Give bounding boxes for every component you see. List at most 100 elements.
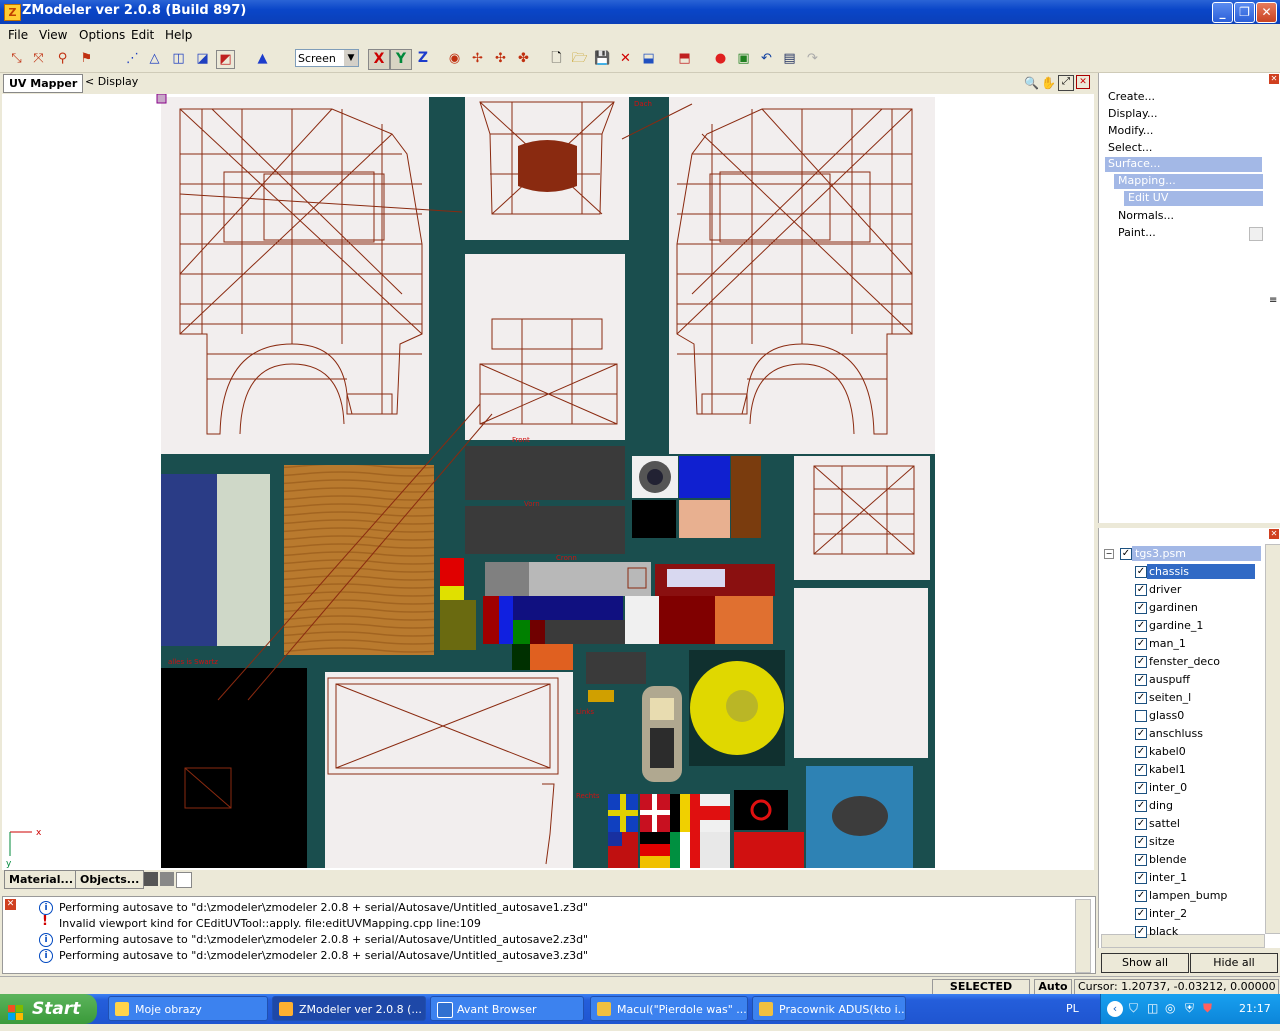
delete-icon[interactable]: ✕ <box>617 50 634 67</box>
redo-icon[interactable]: ↷ <box>804 50 821 67</box>
uv-viewport[interactable]: Dach alles is Swartz Links Rechts Front … <box>2 94 1094 870</box>
export-icon[interactable]: ⬒ <box>676 50 693 67</box>
select-face-icon[interactable]: ⤧ <box>30 50 47 67</box>
task-zmodeler[interactable]: ZModeler ver 2.0.8 (... <box>272 996 426 1021</box>
tree-item-gardine-1[interactable]: gardine_1 <box>1149 618 1203 633</box>
tree-item-kabel1[interactable]: kabel1 <box>1149 762 1186 777</box>
object-mode-icon[interactable]: ◩ <box>216 50 235 69</box>
rotate-icon[interactable]: ✣ <box>492 50 509 67</box>
brush-icon[interactable]: ▲ <box>254 50 271 67</box>
menu-file[interactable]: File <box>8 28 28 42</box>
tree-root[interactable]: tgs3.psm <box>1132 546 1261 561</box>
command-edit-uv[interactable]: Edit UV <box>1124 191 1263 206</box>
menu-edit[interactable]: Edit <box>131 28 154 42</box>
tree-item-inter-1[interactable]: inter_1 <box>1149 870 1187 885</box>
tree-scrollbar[interactable] <box>1265 544 1280 934</box>
select-vertex-icon[interactable]: ⤡ <box>8 50 25 67</box>
command-mapping[interactable]: Mapping... <box>1114 174 1263 189</box>
command-normals[interactable]: Normals... <box>1118 209 1174 222</box>
tree-item-seiten-l[interactable]: seiten_l <box>1149 690 1191 705</box>
splitter-grip-icon[interactable]: ≡ <box>1269 295 1277 306</box>
maximize-button[interactable]: ❐ <box>1234 2 1255 23</box>
new-file-icon[interactable]: 🗋 <box>548 50 565 67</box>
security-icon[interactable]: ⛊ <box>1203 1001 1212 1016</box>
tree-item-checkbox[interactable]: ✓ <box>1135 908 1147 920</box>
tree-item-checkbox[interactable]: ✓ <box>1135 836 1147 848</box>
selection-mode[interactable]: SELECTED MODE <box>932 979 1030 1007</box>
axis-z-button[interactable]: Z <box>413 49 433 68</box>
menu-help[interactable]: Help <box>165 28 192 42</box>
task-mail-2[interactable]: Pracownik ADUS(kto i... <box>752 996 906 1021</box>
tree-item-checkbox[interactable]: ✓ <box>1135 890 1147 902</box>
tree-item-anschluss[interactable]: anschluss <box>1149 726 1203 741</box>
tree-item-checkbox[interactable]: ✓ <box>1135 764 1147 776</box>
tree-item-inter-0[interactable]: inter_0 <box>1149 780 1187 795</box>
tree-item-black[interactable]: black <box>1149 924 1178 939</box>
paint-toggle[interactable] <box>1249 227 1263 241</box>
start-button[interactable]: Start <box>0 994 97 1024</box>
tree-item-checkbox[interactable]: ✓ <box>1135 638 1147 650</box>
tree-item-fenster-deco[interactable]: fenster_deco <box>1149 654 1220 669</box>
tree-item-checkbox[interactable]: ✓ <box>1135 818 1147 830</box>
minimize-button[interactable]: _ <box>1212 2 1233 23</box>
tree-item-gardinen[interactable]: gardinen <box>1149 600 1198 615</box>
back-arrow-icon[interactable]: ‹ <box>1107 1001 1123 1017</box>
save-icon[interactable]: 💾 <box>594 50 611 67</box>
task-moje-obrazy[interactable]: Moje obrazy <box>108 996 268 1021</box>
coord-system-select[interactable]: Screen ▼ <box>295 49 359 67</box>
tree-item-man-1[interactable]: man_1 <box>1149 636 1186 651</box>
tree-item-checkbox[interactable]: ✓ <box>1135 584 1147 596</box>
task-mail-1[interactable]: Macul("Pierdole was" ... <box>590 996 748 1021</box>
task-avant-browser[interactable]: Avant Browser <box>430 996 584 1021</box>
tree-item-kabel0[interactable]: kabel0 <box>1149 744 1186 759</box>
show-all-button[interactable]: Show all <box>1101 953 1189 973</box>
close-log-icon[interactable]: ✕ <box>5 899 16 910</box>
vertex-mode-icon[interactable]: ⋰ <box>124 50 141 67</box>
tree-item-ding[interactable]: ding <box>1149 798 1173 813</box>
tree-item-checkbox[interactable]: ✓ <box>1135 620 1147 632</box>
move-icon[interactable]: ✢ <box>469 50 486 67</box>
command-select[interactable]: Select... <box>1108 141 1152 154</box>
tree-item-checkbox[interactable]: ✓ <box>1135 800 1147 812</box>
box-mode-icon[interactable]: ◪ <box>194 50 211 67</box>
tree-item-checkbox[interactable]: ✓ <box>1135 566 1147 578</box>
tree-item-checkbox[interactable]: ✓ <box>1135 674 1147 686</box>
notes-icon[interactable]: ▤ <box>781 50 798 67</box>
tree-item-checkbox[interactable]: ✓ <box>1135 782 1147 794</box>
command-surface[interactable]: Surface... <box>1105 157 1262 172</box>
close-button[interactable]: ✕ <box>1256 2 1277 23</box>
import-icon[interactable]: ⬓ <box>640 50 657 67</box>
objects-button[interactable]: Objects... <box>75 870 145 889</box>
root-checkbox[interactable]: ✓ <box>1120 548 1132 560</box>
select-object-icon[interactable]: ⚲ <box>54 50 71 67</box>
texture-icon[interactable]: ▣ <box>735 50 752 67</box>
tree-item-sitze[interactable]: sitze <box>1149 834 1175 849</box>
tree-item-auspuff[interactable]: auspuff <box>1149 672 1190 687</box>
log-scrollbar[interactable] <box>1075 899 1091 973</box>
select-mode-icon[interactable]: ⚑ <box>78 50 95 67</box>
tree-item-checkbox[interactable]: ✓ <box>1135 728 1147 740</box>
edge-mode-icon[interactable]: △ <box>146 50 163 67</box>
uv-mapper-tab[interactable]: UV Mapper <box>3 74 84 93</box>
sphere-icon[interactable]: ◉ <box>446 50 463 67</box>
antivirus-icon[interactable]: ◎ <box>1165 1001 1175 1015</box>
close-view-icon[interactable]: ✕ <box>1076 75 1090 89</box>
axis-y-button[interactable]: Y <box>390 49 412 70</box>
tree-item-checkbox[interactable]: ✓ <box>1135 656 1147 668</box>
zoom-icon[interactable]: 🔍 <box>1024 76 1039 90</box>
tree-item-driver[interactable]: driver <box>1149 582 1181 597</box>
shield-icon[interactable]: ⛉ <box>1129 1001 1138 1016</box>
undo-icon[interactable]: ↶ <box>758 50 775 67</box>
language-indicator[interactable]: PL <box>1066 1002 1079 1015</box>
tree-item-checkbox[interactable]: ✓ <box>1135 692 1147 704</box>
fit-view-icon[interactable]: ⤢ <box>1058 75 1074 91</box>
open-file-icon[interactable]: 🗁 <box>571 50 588 67</box>
swatch-mid[interactable] <box>160 872 174 886</box>
face-mode-icon[interactable]: ◫ <box>170 50 187 67</box>
command-modify[interactable]: Modify... <box>1108 124 1153 137</box>
axis-x-button[interactable]: X <box>368 49 390 70</box>
tree-item-lampen-bump[interactable]: lampen_bump <box>1149 888 1227 903</box>
auto-toggle[interactable]: Auto <box>1034 979 1072 995</box>
swatch-dark[interactable] <box>144 872 158 886</box>
hide-all-button[interactable]: Hide all <box>1190 953 1278 973</box>
